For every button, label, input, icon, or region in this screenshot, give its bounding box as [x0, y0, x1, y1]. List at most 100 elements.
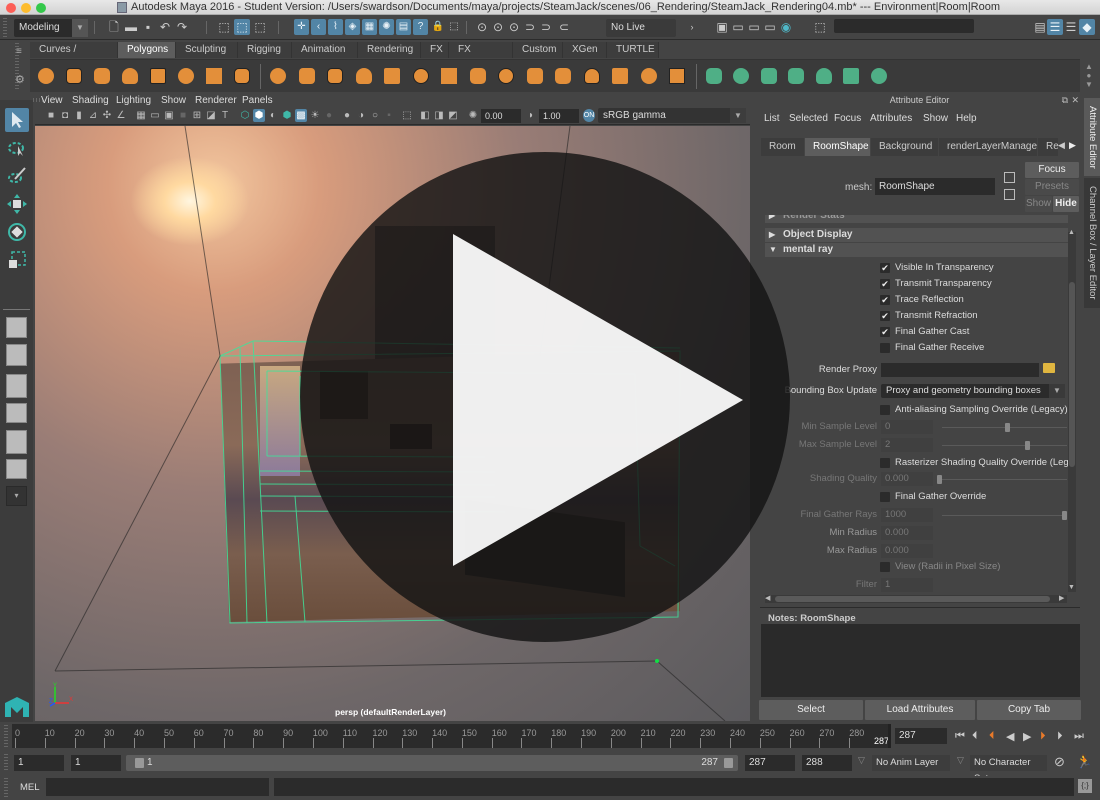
step-back-frame-icon[interactable]: ⏴: [972, 730, 978, 743]
vertical-scrollbar[interactable]: ▲ ▼: [1068, 229, 1076, 592]
viewport-menu-view[interactable]: View: [41, 95, 63, 106]
resolution-gate-icon[interactable]: ▣: [163, 109, 175, 122]
go-to-end-icon[interactable]: ⏭: [1074, 730, 1084, 743]
viewport-menu-lighting[interactable]: Lighting: [116, 95, 151, 106]
exposure-icon[interactable]: ✺: [467, 109, 479, 122]
poly-pipe-icon[interactable]: [232, 66, 252, 86]
paint-select-tool[interactable]: [5, 164, 29, 188]
range-bar[interactable]: 1 287: [126, 755, 738, 771]
save-scene-icon[interactable]: ▪: [140, 19, 156, 35]
layout-single-pane-button[interactable]: [6, 317, 27, 338]
uv-auto-icon[interactable]: [786, 66, 806, 86]
anti-aliasing-icon[interactable]: ◩: [447, 109, 459, 122]
close-window-button[interactable]: [6, 3, 16, 13]
shading-quality-slider[interactable]: [938, 479, 1067, 480]
wireframe-on-shaded-icon[interactable]: ⬢: [281, 109, 293, 122]
notes-textarea[interactable]: [761, 624, 1080, 697]
channel-box-toggle-icon[interactable]: ◆: [1079, 19, 1095, 35]
command-input[interactable]: [46, 778, 269, 796]
play-forwards-icon[interactable]: ▶: [1023, 730, 1031, 743]
folder-icon[interactable]: [1043, 363, 1055, 373]
presets-button[interactable]: Presets: [1025, 179, 1079, 195]
default-lighting-icon[interactable]: ◐: [267, 109, 279, 122]
uv-cylindrical-icon[interactable]: [731, 66, 751, 86]
zoom-window-button[interactable]: [36, 3, 46, 13]
live-surface-field[interactable]: No Live Surface: [606, 19, 676, 51]
safe-action-icon[interactable]: ◪: [205, 109, 217, 122]
min-sample-level-field[interactable]: 0: [881, 420, 933, 434]
focus-button[interactable]: Focus: [1025, 162, 1079, 178]
close-icon[interactable]: ✕: [1071, 92, 1079, 108]
section-object-display[interactable]: ▶ Object Display: [765, 228, 1068, 242]
wireframe-icon[interactable]: ⬡: [239, 109, 251, 122]
lasso-tool[interactable]: [5, 136, 29, 160]
load-attributes-button[interactable]: Load Attributes: [865, 700, 975, 720]
grip-handle[interactable]: [4, 754, 8, 772]
checkbox-transmit-transparency[interactable]: ✔: [880, 279, 890, 289]
script-editor-icon[interactable]: {;}: [1078, 779, 1092, 793]
step-back-key-icon[interactable]: ⏴: [989, 730, 995, 743]
modeling-toolkit-icon[interactable]: ▤: [1032, 19, 1048, 35]
viewport-menu-shading[interactable]: Shading: [72, 95, 109, 106]
show-button[interactable]: Show: [1025, 196, 1052, 212]
snap-surface-icon[interactable]: ▦: [362, 19, 377, 35]
character-set-dropdown[interactable]: No Character Set: [970, 755, 1047, 784]
ae-tab-re[interactable]: Re: [1038, 138, 1058, 156]
help-icon[interactable]: ?: [413, 19, 428, 35]
mirror-icon[interactable]: [325, 66, 345, 86]
two-d-pan-zoom-icon[interactable]: ✣: [101, 109, 113, 122]
shelf-scroll-arrows[interactable]: ▲ ● ▼: [1085, 62, 1093, 89]
time-ruler[interactable]: 0 10 20 30 40 50 60 70 80 90 100 110 120 130 140 150 160…: [12, 724, 890, 748]
uv-spherical-icon[interactable]: [759, 66, 779, 86]
highlight-selection-icon[interactable]: ⬚: [446, 19, 462, 35]
step-forward-key-icon[interactable]: ⏵: [1040, 730, 1046, 743]
viewport-menu-show[interactable]: Show: [161, 95, 186, 106]
current-time-indicator[interactable]: [888, 724, 891, 748]
checkbox-final-gather-receive[interactable]: [880, 343, 890, 353]
ipr-render-icon[interactable]: ▭: [746, 19, 762, 35]
screen-space-ao-icon[interactable]: ◧: [419, 109, 431, 122]
playback-end-field[interactable]: 287: [745, 755, 795, 771]
undo-icon[interactable]: ↶: [157, 19, 173, 35]
tool-settings-icon[interactable]: ☰: [1063, 19, 1079, 35]
fg-override-checkbox[interactable]: [880, 492, 890, 502]
grip-handle[interactable]: [3, 18, 7, 37]
checkbox-transmit-refraction[interactable]: ✔: [880, 311, 890, 321]
side-tab-channel-box[interactable]: Channel Box / Layer Editor: [1084, 178, 1100, 308]
camera-select-icon[interactable]: ■: [45, 109, 57, 122]
ae-menu-list[interactable]: List: [764, 113, 780, 124]
viewport-menu-panels[interactable]: Panels: [242, 95, 273, 106]
section-render-stats[interactable]: ▶ Render Stats: [765, 215, 1068, 223]
exposure-field[interactable]: 0.00: [481, 109, 521, 123]
snap-curve-icon[interactable]: ‹: [311, 19, 326, 35]
range-start-handle[interactable]: [135, 758, 144, 768]
layout-graph-editor-button[interactable]: [6, 403, 27, 423]
construction-history-icon[interactable]: ⊙: [474, 19, 490, 35]
tab-scroll-right-icon[interactable]: ▶: [1069, 140, 1076, 151]
view-transform-dropdown[interactable]: sRGB gamma ▼: [598, 108, 746, 123]
layout-dopesheet-button[interactable]: [6, 459, 27, 479]
slider-handle[interactable]: [1025, 441, 1030, 450]
select-by-component-icon[interactable]: ⬚: [252, 19, 268, 35]
current-frame-field[interactable]: 287: [895, 728, 947, 744]
poly-cube-icon[interactable]: [64, 66, 84, 86]
filter-field[interactable]: 1: [881, 578, 933, 592]
select-tool[interactable]: [5, 108, 29, 132]
film-gate-icon[interactable]: ▭: [149, 109, 161, 122]
render-proxy-field[interactable]: [881, 363, 1039, 377]
poly-pyramid-icon[interactable]: [204, 66, 224, 86]
shelf-menu-icon[interactable]: ≡: [16, 46, 22, 57]
render-current-icon[interactable]: ▭: [730, 19, 746, 35]
float-panel-icon[interactable]: ⧉: [1062, 92, 1068, 108]
xray-active-icon[interactable]: ○: [369, 109, 381, 122]
render-view-icon[interactable]: ▣: [714, 19, 730, 35]
lock-icon[interactable]: 🔒: [430, 19, 446, 35]
poly-sphere-icon[interactable]: [36, 66, 56, 86]
multi-cut-icon[interactable]: [439, 66, 459, 86]
append-icon[interactable]: [525, 66, 545, 86]
shadows-icon[interactable]: ●: [323, 109, 335, 122]
hypershade-icon[interactable]: ◉: [778, 19, 794, 35]
new-scene-icon[interactable]: 🗋: [106, 19, 122, 35]
uv-planar-icon[interactable]: [704, 66, 724, 86]
scrollbar-thumb[interactable]: [775, 596, 1050, 602]
